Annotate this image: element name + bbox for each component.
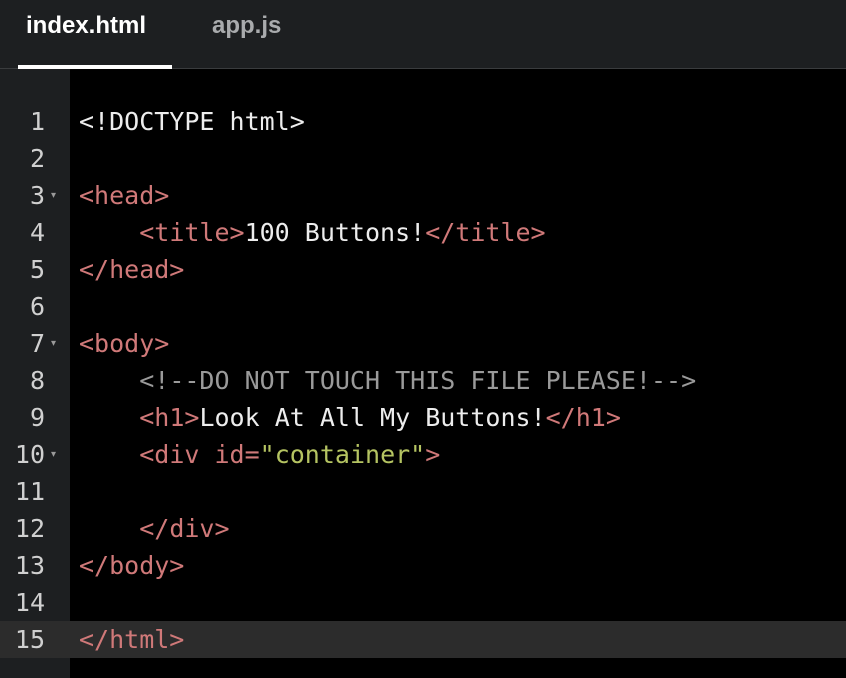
code-line[interactable]: 10 ▾ <div id="container"> <box>0 436 846 473</box>
line-number: 5 <box>29 255 45 284</box>
line-number: 6 <box>29 292 45 321</box>
code-line[interactable]: 11 <box>0 473 846 510</box>
code-editor-window: index.html app.js 1 <!DOCTYPE html> 2 3 ▾ <he… <box>0 0 846 678</box>
code-token-tag: </head> <box>79 255 185 284</box>
code-text: <head> <box>79 177 169 214</box>
code-text: <h1>Look At All My Buttons!</h1> <box>79 399 621 436</box>
code-text: </html> <box>79 621 184 658</box>
code-token-tag: </title> <box>425 218 546 247</box>
code-token-tag: <head> <box>79 181 170 210</box>
code-token-tag: <h1> <box>139 403 200 432</box>
code-text: <!DOCTYPE html> <box>79 103 305 140</box>
code-line[interactable]: 5 </head> <box>0 251 846 288</box>
code-text: </body> <box>79 547 184 584</box>
code-line[interactable]: 15 </html> <box>0 621 846 658</box>
code-text: <body> <box>79 325 169 362</box>
fold-arrow-icon[interactable]: ▾ <box>51 177 56 214</box>
code-token-tag: </html> <box>79 625 185 654</box>
code-token-tag: </h1> <box>545 403 621 432</box>
line-number: 9 <box>29 403 45 432</box>
current-line-highlight <box>70 621 846 658</box>
code-line[interactable]: 4 <title>100 Buttons!</title> <box>0 214 846 251</box>
code-line[interactable]: 2 <box>0 140 846 177</box>
code-line[interactable]: 7 ▾ <body> <box>0 325 846 362</box>
line-number: 13 <box>14 551 45 580</box>
line-number: 2 <box>29 144 45 173</box>
line-number: 14 <box>14 588 45 617</box>
code-text: <title>100 Buttons!</title> <box>79 214 546 251</box>
line-number: 11 <box>14 477 45 506</box>
code-token-str: "container" <box>259 440 426 469</box>
code-token-tag: <div <box>139 440 215 469</box>
line-number: 8 <box>29 366 45 395</box>
line-number: 7 <box>29 329 45 358</box>
code-token-cmt: <!--DO NOT TOUCH THIS FILE PLEASE!--> <box>139 366 697 395</box>
editor-area[interactable]: 1 <!DOCTYPE html> 2 3 ▾ <head> 4 <title>100 Bu… <box>0 69 846 678</box>
code-lines: 1 <!DOCTYPE html> 2 3 ▾ <head> 4 <title>100 Bu… <box>0 103 846 658</box>
code-text: <div id="container"> <box>79 436 440 473</box>
line-number: 4 <box>29 218 45 247</box>
code-token-tag: > <box>425 440 441 469</box>
code-line[interactable]: 12 </div> <box>0 510 846 547</box>
code-token-txt: 100 Buttons! <box>244 218 426 247</box>
line-number: 3 <box>29 181 45 210</box>
code-line[interactable]: 9 <h1>Look At All My Buttons!</h1> <box>0 399 846 436</box>
code-token-tag: <title> <box>139 218 245 247</box>
line-number: 1 <box>29 107 45 136</box>
code-token-eq: = <box>244 440 260 469</box>
fold-arrow-icon[interactable]: ▾ <box>51 325 56 362</box>
code-line[interactable]: 8 <!--DO NOT TOUCH THIS FILE PLEASE!--> <box>0 362 846 399</box>
code-line[interactable]: 3 ▾ <head> <box>0 177 846 214</box>
code-text: </head> <box>79 251 184 288</box>
code-text: <!--DO NOT TOUCH THIS FILE PLEASE!--> <box>79 362 696 399</box>
fold-arrow-icon[interactable]: ▾ <box>51 436 56 473</box>
line-number: 10 <box>14 440 45 469</box>
code-token-txt: Look At All My Buttons! <box>199 403 546 432</box>
code-token-tag: </div> <box>139 514 230 543</box>
code-token-plain: <!DOCTYPE html> <box>79 107 305 136</box>
tab-app-js[interactable]: app.js <box>212 0 281 69</box>
tab-bar: index.html app.js <box>0 0 846 69</box>
code-line[interactable]: 1 <!DOCTYPE html> <box>0 103 846 140</box>
line-number: 12 <box>14 514 45 543</box>
line-number: 15 <box>14 625 45 654</box>
code-line[interactable]: 13 </body> <box>0 547 846 584</box>
tab-index-html[interactable]: index.html <box>26 0 146 69</box>
code-text: </div> <box>79 510 230 547</box>
code-line[interactable]: 6 <box>0 288 846 325</box>
code-line[interactable]: 14 <box>0 584 846 621</box>
code-token-tag: </body> <box>79 551 185 580</box>
code-token-tag: <body> <box>79 329 170 358</box>
code-token-attr: id <box>214 440 245 469</box>
